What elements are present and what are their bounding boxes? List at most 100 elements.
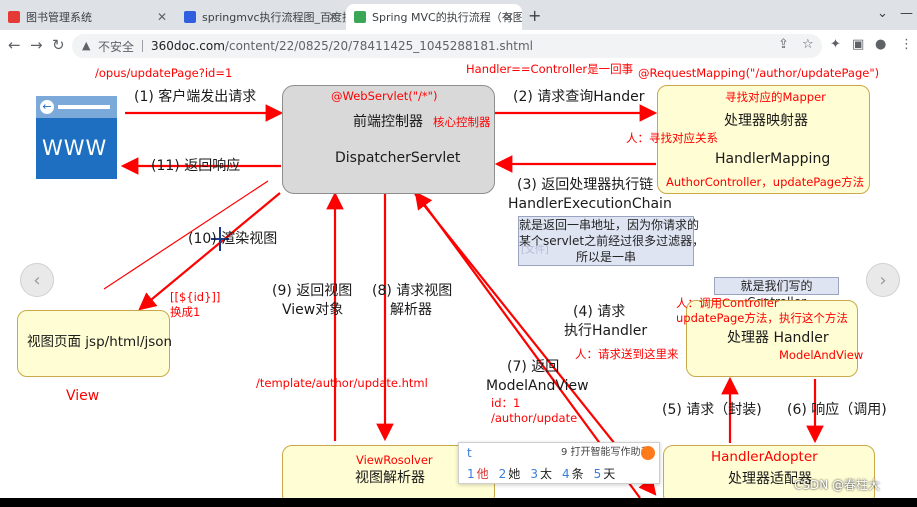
toolbar: ← → ↻ ▲ 不安全 360doc.com/content/22/0825/2… [0,30,917,61]
tab-strip: 图书管理系统 ✕ springmvc执行流程图_百度搜索 ✕ Spring MV… [0,0,917,30]
page-favicon-icon [8,11,20,23]
step-6-label: (6) 响应（调用) [787,402,887,418]
new-tab-icon[interactable]: + [528,6,541,25]
handler-label: 处理器 Handler [727,330,829,346]
step-4-label: (4) 请求 [573,304,626,320]
view-resolver-note: ViewRosolver [356,453,433,467]
ime-candidate[interactable]: 5天 [594,465,616,482]
minimize-icon[interactable]: — [900,6,913,21]
dispatcher-servlet-label: DispatcherServlet [335,150,461,166]
handler-adopter-note: HandlerAdopter [711,449,818,465]
view-label: View [66,388,100,404]
share-icon[interactable]: ⇪ [778,37,789,52]
star-icon[interactable]: ☆ [802,37,814,52]
carousel-prev-button[interactable]: ‹ [20,263,54,297]
tab-label: springmvc执行流程图_百度搜索 [202,11,346,24]
sidebar-icon[interactable]: ▣ [852,37,864,52]
address-bar[interactable]: ▲ 不安全 360doc.com/content/22/0825/20/7841… [72,34,822,58]
tab-baidu-search[interactable]: springmvc执行流程图_百度搜索 ✕ [176,4,346,30]
step-1-label: (1) 客户端发出请求 [134,89,257,105]
core-controller-label: 核心控制器 [433,115,491,129]
divider [142,40,144,52]
forward-icon[interactable]: → [30,36,43,54]
www-label: WWW [42,136,108,160]
close-tab-icon[interactable]: ✕ [328,10,338,24]
handler-mapper-label: 处理器映射器 [724,113,808,129]
extensions-icon[interactable]: ✦ [830,37,841,52]
page-favicon-icon [354,11,366,23]
step-11-label: (11) 返回响应 [151,158,241,174]
url-path: /content/22/0825/20/78411425_1045288181.… [224,39,533,53]
view-page-label: 视图页面 jsp/html/json [27,334,173,350]
ime-input: t [467,446,472,460]
dispatcher-servlet-box: @WebServlet("/*") 前端控制器 核心控制器 Dispatcher… [282,85,495,194]
close-tab-icon[interactable]: ✕ [157,10,167,24]
faded-label: [文件] [521,245,549,256]
reload-icon[interactable]: ↻ [52,36,65,54]
template-path-note: /template/author/update.html [256,376,428,390]
chevron-down-icon[interactable]: ⌄ [877,6,888,21]
chevron-right-icon: › [879,269,887,291]
author-update-note: /author/update [491,411,578,425]
tab-spring-mvc[interactable]: Spring MVC的执行流程（有图有… ✕ [346,4,522,30]
browser-chrome: 图书管理系统 ✕ springmvc执行流程图_百度搜索 ✕ Spring MV… [0,0,917,61]
tab-library-system[interactable]: 图书管理系统 ✕ [0,4,175,30]
replaced-note: 换成1 [170,305,201,319]
step-3-label: (3) 返回处理器执行链 [517,177,654,193]
model-and-view-note: ModelAndView [779,348,864,362]
csdn-watermark: CSDN @春柱大 [794,478,881,492]
carousel-next-button[interactable]: › [866,263,900,297]
handler-mapping-label: HandlerMapping [715,151,831,167]
execute-handler-label: 执行Handler [564,323,648,339]
back-icon[interactable]: ← [8,36,21,54]
model-and-view-label: ModelAndView [486,378,589,394]
ime-candidate[interactable]: 1他 [467,465,489,482]
step-2-label: (2) 请求查询Hander [513,89,645,105]
chain-explanation-note: 就是返回一串地址，因为你请求的 某个servlet之前经过很多过滤器， 所以是一… [518,216,705,266]
ime-hint[interactable]: 9 打开智能写作助手 [561,447,651,459]
id-expression-note: [[${id}]] [170,290,221,304]
view-object-label: View对象 [282,302,344,318]
find-mapper-note: 寻找对应的Mapper [725,90,826,104]
ime-candidates: 1他 2她 3太 4条 5天 [467,465,615,482]
author-controller-note: AuthorController，updatePage方法 [666,175,865,189]
our-controller-note: 就是我们写的Controller [714,277,839,309]
update-exec-note: updatePage方法，执行这个方法 [676,311,848,325]
handler-mapping-box: 寻找对应的Mapper 处理器映射器 人：寻找对应关系 HandlerMappi… [626,85,870,194]
step-7-label: (7) 返回 [507,359,560,375]
warning-icon: ▲ [82,39,91,52]
request-mapping-annotation: @RequestMapping("/author/updatePage") [638,66,880,80]
ime-candidate[interactable]: 4条 [562,465,584,482]
person-request-note: 人：请求送到这里来 [575,347,679,361]
url-domain: 360doc.com [151,39,225,53]
person-find-note: 人：寻找对应关系 [626,131,718,145]
security-label: 不安全 [98,39,135,54]
step-9-label: (9) 返回视图 [272,283,353,299]
ime-candidate[interactable]: 3太 [530,465,552,482]
menu-icon[interactable]: ⋮ [900,37,913,52]
handler-controller-note: Handler==Controller是一回事 [466,62,634,76]
front-controller-label: 前端控制器 [353,114,423,130]
id-value-note: id：1 [491,396,521,410]
baidu-favicon-icon [184,11,196,23]
resolver-label: 解析器 [390,302,432,318]
view-page-box: 视图页面 jsp/html/json [17,310,173,377]
step-10-label: (10) 渲染视图 [188,231,278,247]
request-url-annotation: /opus/updatePage?id=1 [95,66,233,80]
back-arrow-icon: ← [40,100,54,114]
handler-execution-chain-label: HandlerExecutionChain [508,196,672,212]
step-8-label: (8) 请求视图 [372,283,453,299]
ime-candidate-window: t 9 打开智能写作助手 1他 2她 3太 4条 5天 [458,442,660,484]
tab-label: 图书管理系统 [26,11,92,24]
article-content: /opus/updatePage?id=1 Handler==Controlle… [0,61,917,498]
ime-candidate[interactable]: 2她 [499,465,521,482]
profile-icon[interactable]: ● [875,37,886,52]
webservlet-annotation: @WebServlet("/*") [331,89,438,103]
close-tab-icon[interactable]: ✕ [504,10,514,24]
view-resolver-label: 视图解析器 [355,470,425,486]
chevron-left-icon: ‹ [33,269,41,291]
ime-logo-icon [641,446,655,460]
person-call-note: 人：调用Controller [676,296,779,310]
tab-label: Spring MVC的执行流程（有图有… [372,11,522,24]
step-5-label: (5) 请求（封装) [662,402,762,418]
